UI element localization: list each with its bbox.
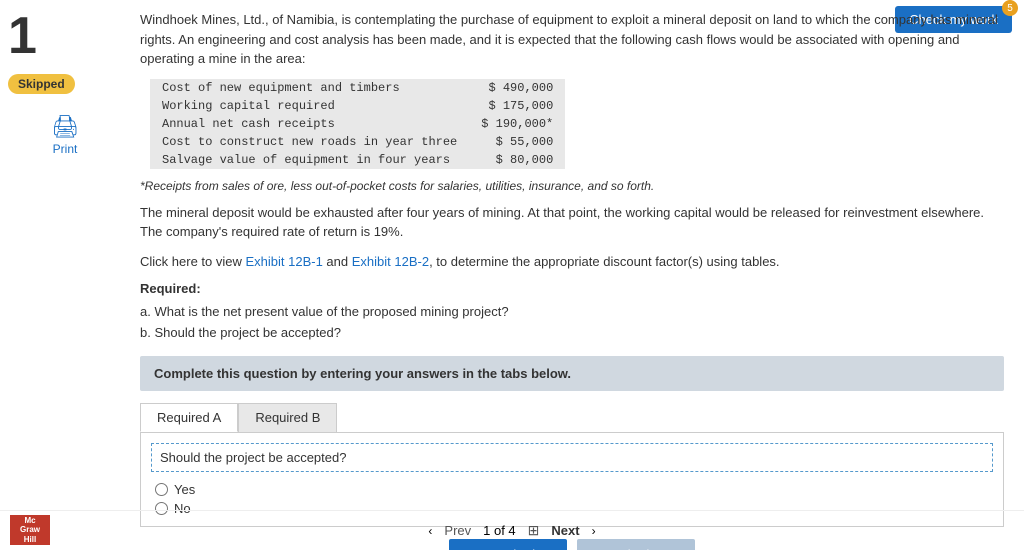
table-cell-label: Cost of new equipment and timbers — [150, 79, 469, 97]
complete-box-text: Complete this question by entering your … — [154, 366, 571, 381]
table-row: Working capital required$ 175,000 — [150, 97, 565, 115]
footer-nav: ‹ Prev 1 of 4 ⊞ Next › — [428, 522, 595, 539]
table-cell-value: $ 175,000 — [469, 97, 565, 115]
next-link[interactable]: Next — [551, 523, 579, 538]
print-button[interactable]: 🖨 Print — [8, 114, 122, 156]
radio-yes[interactable]: Yes — [155, 482, 993, 497]
exhibit-link-1[interactable]: Exhibit 12B-1 — [245, 254, 322, 269]
cash-flow-table: Cost of new equipment and timbers$ 490,0… — [150, 79, 565, 169]
question-field: Should the project be accepted? — [151, 443, 993, 472]
required-items: a. What is the net present value of the … — [140, 302, 1004, 344]
tabs-container: Required A Required B — [140, 403, 1004, 432]
skipped-badge: Skipped — [8, 74, 75, 94]
table-cell-value: $ 190,000* — [469, 115, 565, 133]
content-area: Windhoek Mines, Ltd., of Namibia, is con… — [130, 0, 1024, 550]
tab-required-a[interactable]: Required A — [140, 403, 238, 432]
table-row: Cost of new equipment and timbers$ 490,0… — [150, 79, 565, 97]
required-a-text: a. What is the net present value of the … — [140, 302, 1004, 323]
table-row: Annual net cash receipts$ 190,000* — [150, 115, 565, 133]
main-content: 1 Skipped 🖨 Print Windhoek Mines, Ltd., … — [0, 0, 1024, 550]
table-cell-value: $ 55,000 — [469, 133, 565, 151]
table-cell-label: Cost to construct new roads in year thre… — [150, 133, 469, 151]
exhibit-paragraph: Click here to view Exhibit 12B-1 and Exh… — [140, 252, 1004, 272]
print-icon: 🖨 — [51, 114, 79, 140]
table-row: Salvage value of equipment in four years… — [150, 151, 565, 169]
table-row: Cost to construct new roads in year thre… — [150, 133, 565, 151]
footnote: *Receipts from sales of ore, less out-of… — [140, 179, 1004, 193]
tab-required-b[interactable]: Required B — [238, 403, 337, 432]
footer: Mc Graw Hill ‹ Prev 1 of 4 ⊞ Next › — [0, 510, 1024, 550]
next-chevron: › — [592, 524, 596, 538]
required-label: Required: — [140, 281, 1004, 296]
page-info: 1 of 4 — [483, 523, 516, 538]
prev-link[interactable]: Prev — [444, 523, 471, 538]
radio-yes-input[interactable] — [155, 483, 168, 496]
exhibit-text-2: , to determine the appropriate discount … — [429, 254, 779, 269]
intro-text: Windhoek Mines, Ltd., of Namibia, is con… — [140, 10, 1004, 69]
prev-chevron: ‹ — [428, 524, 432, 538]
complete-box: Complete this question by entering your … — [140, 356, 1004, 391]
table-cell-label: Salvage value of equipment in four years — [150, 151, 469, 169]
exhibit-and: and — [323, 254, 352, 269]
exhibit-link-2[interactable]: Exhibit 12B-2 — [352, 254, 429, 269]
table-cell-label: Working capital required — [150, 97, 469, 115]
table-cell-value: $ 80,000 — [469, 151, 565, 169]
exhibit-text-1: Click here to view — [140, 254, 245, 269]
required-b-text: b. Should the project be accepted? — [140, 323, 1004, 344]
question-number: 1 — [8, 10, 122, 62]
table-cell-value: $ 490,000 — [469, 79, 565, 97]
radio-yes-label: Yes — [174, 482, 195, 497]
grid-icon[interactable]: ⊞ — [528, 522, 540, 539]
mcgraw-hill-logo: Mc Graw Hill — [10, 515, 50, 545]
table-cell-label: Annual net cash receipts — [150, 115, 469, 133]
print-label: Print — [53, 142, 78, 156]
left-sidebar: 1 Skipped 🖨 Print — [0, 0, 130, 550]
paragraph1: The mineral deposit would be exhausted a… — [140, 203, 1004, 242]
